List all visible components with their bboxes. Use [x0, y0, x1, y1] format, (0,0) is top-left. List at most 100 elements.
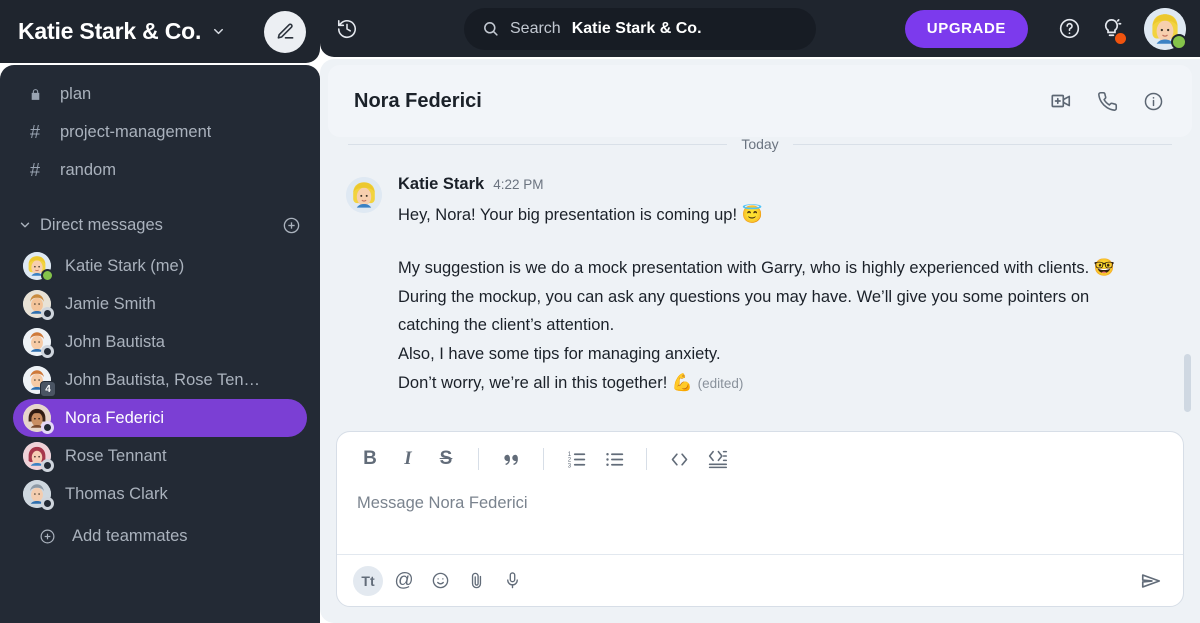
status-offline-indicator — [41, 459, 54, 472]
composer-box: B I S 123 Message Nora Federici Tt @ — [336, 431, 1184, 607]
strikethrough-icon[interactable]: S — [431, 444, 461, 474]
status-online-indicator — [1171, 33, 1187, 50]
phone-call-icon[interactable] — [1092, 86, 1122, 116]
message-line: catching the client’s attention. — [398, 316, 615, 335]
status-offline-indicator — [41, 345, 54, 358]
bullet-list-icon[interactable] — [599, 444, 629, 474]
code-block-icon[interactable] — [702, 444, 732, 474]
search-scope-label: Katie Stark & Co. — [571, 19, 702, 37]
sidebar-dm-john-bautista[interactable]: John Bautista — [13, 323, 307, 361]
italic-icon[interactable]: I — [393, 444, 423, 474]
message-meta: Katie Stark 4:22 PM — [398, 175, 1170, 194]
halo-emoji: 😇 — [741, 205, 763, 224]
sidebar-dm-label: Nora Federici — [65, 408, 165, 427]
avatar — [23, 480, 54, 510]
avatar-image-katie — [346, 177, 382, 213]
message-composer: B I S 123 Message Nora Federici Tt @ — [336, 431, 1184, 607]
workspace-title[interactable]: Katie Stark & Co. — [18, 18, 201, 45]
attachment-icon[interactable] — [461, 566, 491, 596]
sidebar-dm-label: John Bautista — [65, 332, 165, 351]
message-author[interactable]: Katie Stark — [398, 175, 484, 194]
add-teammates-button[interactable]: Add teammates — [13, 517, 307, 555]
help-button[interactable] — [1048, 9, 1090, 49]
message-input[interactable]: Message Nora Federici — [337, 486, 1183, 554]
sidebar-channel-label: project-management — [60, 122, 212, 141]
text-format-icon[interactable]: Tt — [353, 565, 383, 596]
workspace-header: Katie Stark & Co. — [0, 0, 320, 63]
sidebar-channel-project-management[interactable]: # project-management — [0, 113, 320, 151]
search-placeholder: Search — [510, 19, 561, 37]
main-panel: Nora Federici Today Katie Stark 4:22 PM … — [320, 59, 1200, 623]
sidebar-dm-rose-tennant[interactable]: Rose Tennant — [13, 437, 307, 475]
sidebar-dm-label: Rose Tennant — [65, 446, 167, 465]
flexed-biceps-emoji: 💪 — [671, 372, 694, 392]
message-line: Also, I have some tips for managing anxi… — [398, 344, 721, 363]
chevron-down-icon[interactable] — [211, 24, 226, 39]
mention-icon[interactable]: @ — [389, 566, 419, 596]
sidebar-dm-jamie-smith[interactable]: Jamie Smith — [13, 285, 307, 323]
sidebar-dm-group[interactable]: 4 John Bautista, Rose Ten… — [13, 361, 307, 399]
message-line: Don’t worry, we’re all in this together!… — [398, 368, 1170, 397]
status-offline-indicator — [41, 421, 54, 434]
blockquote-icon[interactable] — [496, 444, 526, 474]
microphone-icon[interactable] — [497, 566, 527, 596]
message-list: Today Katie Stark 4:22 PM Hey, Nora! You… — [320, 131, 1200, 427]
sidebar-dm-label: Katie Stark (me) — [65, 256, 185, 275]
formatting-toolbar: B I S 123 — [337, 432, 1183, 486]
sidebar-channel-label: random — [60, 160, 116, 179]
status-offline-indicator — [41, 307, 54, 320]
sidebar: plan # project-management # random Direc… — [0, 65, 320, 623]
inline-code-icon[interactable] — [664, 444, 694, 474]
question-circle-icon — [1058, 17, 1081, 40]
sidebar-dm-label: John Bautista, Rose Ten… — [65, 370, 261, 389]
sidebar-channel-random[interactable]: # random — [0, 151, 320, 189]
status-online-indicator — [41, 269, 54, 282]
compose-message-button[interactable] — [264, 10, 306, 53]
day-divider-label: Today — [727, 136, 793, 152]
avatar — [23, 442, 54, 472]
tips-button[interactable] — [1090, 9, 1132, 49]
sidebar-channel-plan[interactable]: plan — [0, 75, 320, 113]
toolbar-divider — [543, 448, 544, 470]
avatar: 4 — [23, 366, 56, 397]
send-button[interactable] — [1135, 565, 1167, 597]
bold-icon[interactable]: B — [355, 444, 385, 474]
message-line-text: Don’t worry, we’re all in this together! — [398, 373, 672, 392]
hash-icon: # — [29, 159, 40, 180]
pencil-icon — [276, 22, 295, 41]
search-input[interactable]: Search Katie Stark & Co. — [464, 7, 816, 50]
user-avatar-button[interactable] — [1144, 7, 1187, 50]
sidebar-dm-thomas-clark[interactable]: Thomas Clark — [13, 475, 307, 513]
message-line: Hey, Nora! Your big presentation is comi… — [398, 206, 742, 224]
chat-header: Nora Federici — [328, 65, 1192, 137]
add-video-call-icon[interactable] — [1046, 86, 1076, 116]
sidebar-dm-label: Jamie Smith — [65, 294, 156, 313]
avatar — [23, 290, 54, 320]
composer-tools: Tt @ — [337, 554, 1183, 606]
direct-messages-section-header[interactable]: Direct messages — [0, 203, 320, 247]
message-scrollbar[interactable] — [1184, 354, 1191, 412]
hash-icon: # — [29, 121, 40, 142]
history-clock-icon[interactable] — [320, 9, 374, 49]
search-icon — [482, 20, 499, 37]
page-title: Nora Federici — [354, 89, 482, 112]
ordered-list-icon[interactable]: 123 — [561, 444, 591, 474]
chevron-down-icon[interactable] — [18, 218, 32, 232]
notification-dot — [1115, 32, 1126, 44]
toolbar-divider — [646, 448, 647, 470]
emoji-icon[interactable] — [425, 566, 455, 596]
sidebar-dm-nora-federici[interactable]: Nora Federici — [13, 399, 307, 437]
svg-text:3: 3 — [567, 462, 571, 469]
add-teammates-label: Add teammates — [72, 526, 188, 545]
info-icon[interactable] — [1138, 86, 1168, 116]
message-line: During the mockup, you can ask any quest… — [398, 287, 1090, 306]
message-timestamp: 4:22 PM — [493, 177, 544, 192]
edited-label: (edited) — [697, 375, 744, 391]
sidebar-dm-katie-stark[interactable]: Katie Stark (me) — [13, 247, 307, 285]
message-line: My suggestion is we do a mock presentati… — [398, 253, 1170, 282]
direct-messages-label: Direct messages — [40, 215, 163, 234]
message-group: Katie Stark 4:22 PM Hey, Nora! Your big … — [320, 175, 1200, 397]
upgrade-button[interactable]: UPGRADE — [904, 9, 1028, 48]
plus-circle-icon[interactable] — [280, 214, 302, 236]
message-text: Hey, Nora! Your big presentation is comi… — [398, 200, 1170, 229]
